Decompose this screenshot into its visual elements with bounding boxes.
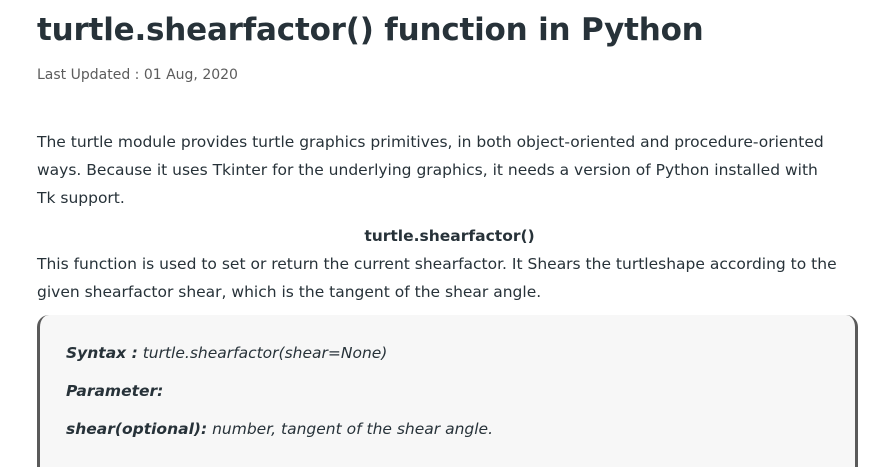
syntax-line: Syntax : turtle.shearfactor(shear=None) — [66, 344, 387, 362]
last-updated: Last Updated : 01 Aug, 2020 — [37, 67, 238, 83]
param-name: shear(optional): — [66, 420, 208, 438]
param-desc: number, tangent of the shear angle. — [207, 420, 494, 438]
param-shear-line: shear(optional): number, tangent of the … — [66, 420, 493, 438]
syntax-box: Syntax : turtle.shearfactor(shear=None) … — [37, 315, 858, 467]
syntax-label: Syntax : — [66, 344, 138, 362]
syntax-value: turtle.shearfactor(shear=None) — [137, 344, 388, 362]
parameter-line: Parameter: — [66, 382, 163, 400]
page-title: turtle.shearfactor() function in Python — [37, 12, 704, 48]
intro-paragraph: The turtle module provides turtle graphi… — [37, 133, 824, 207]
function-subheading: turtle.shearfactor() — [364, 227, 535, 245]
description-paragraph: This function is used to set or return t… — [37, 255, 837, 301]
parameter-label: Parameter: — [66, 382, 164, 400]
